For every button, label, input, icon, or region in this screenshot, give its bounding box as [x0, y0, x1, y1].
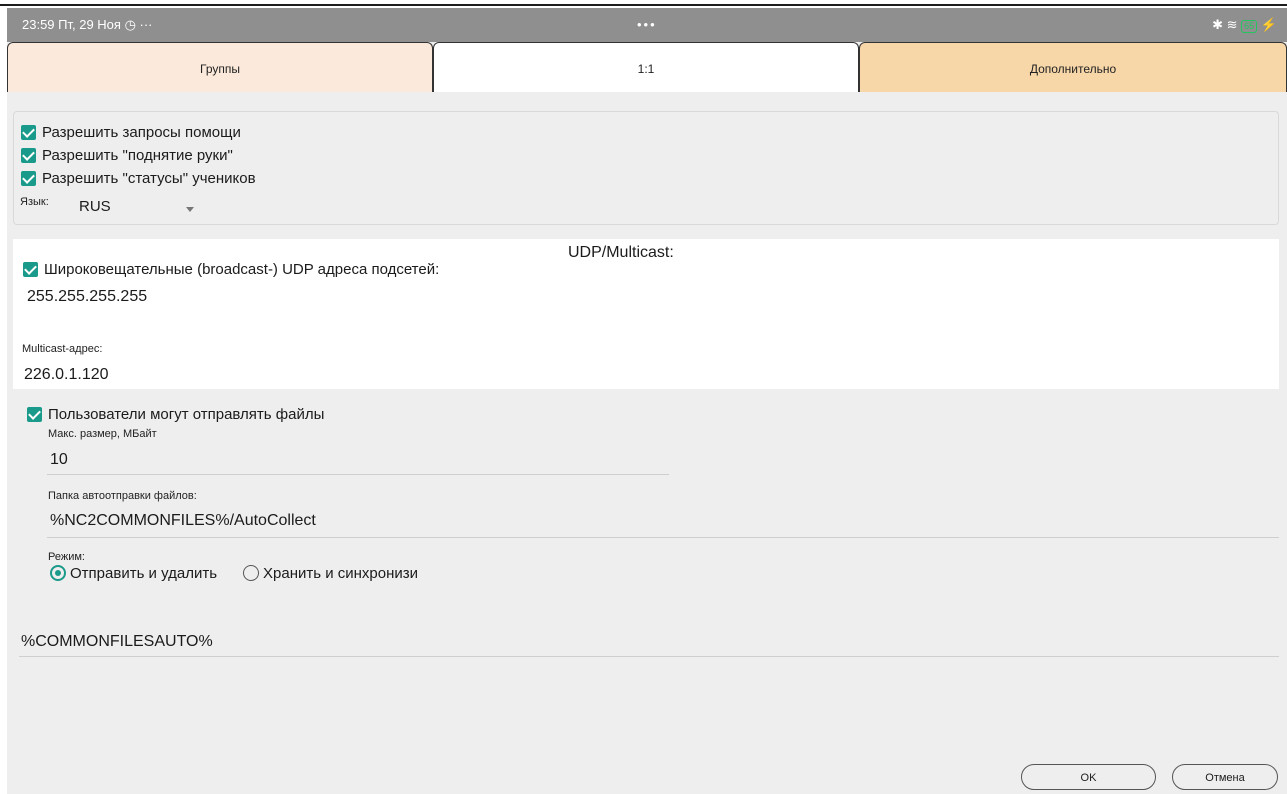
bluetooth-wifi-icon: ✱ ≋ — [1212, 17, 1238, 32]
tab-one-to-one[interactable]: 1:1 — [433, 42, 859, 92]
broadcast-address-input[interactable]: 255.255.255.255 — [27, 288, 147, 306]
allow-send-files-label: Пользователи могут отправлять файлы — [48, 406, 325, 423]
max-size-underline — [47, 474, 669, 475]
multicast-label: Multicast-адрес: — [22, 343, 103, 355]
broadcast-checkbox[interactable] — [23, 262, 38, 277]
app-screen: 23:59 Пт, 29 Ноя ◷ ··· ••• ✱ ≋ 65 ⚡ Груп… — [7, 8, 1287, 794]
language-label: Язык: — [20, 196, 49, 208]
battery-icon: 65 — [1241, 20, 1258, 33]
allow-send-files-checkbox[interactable] — [27, 407, 42, 422]
mode-label: Режим: — [48, 551, 85, 563]
max-size-input[interactable]: 10 — [50, 451, 68, 469]
charging-icon: ⚡ — [1260, 17, 1277, 32]
max-size-label: Макс. размер, МБайт — [48, 428, 157, 440]
mode-keep-sync-radio[interactable] — [243, 565, 259, 581]
status-time-date: 23:59 Пт, 29 Ноя ◷ ··· — [22, 17, 153, 32]
allow-help-checkbox[interactable] — [21, 125, 36, 140]
ok-button[interactable]: OK — [1021, 764, 1156, 790]
broadcast-label: Широковещательные (broadcast-) UDP адрес… — [44, 261, 440, 278]
common-files-input[interactable]: %COMMONFILESAUTO% — [21, 633, 213, 651]
tab-groups[interactable]: Группы — [7, 42, 433, 92]
mode-send-delete-radio[interactable] — [50, 565, 66, 581]
udp-section-title: UDP/Multicast: — [568, 244, 674, 261]
dropdown-arrow-icon — [186, 207, 194, 212]
cancel-button[interactable]: Отмена — [1172, 764, 1278, 790]
status-icons: ✱ ≋ 65 ⚡ — [1212, 17, 1277, 33]
allow-status-checkbox[interactable] — [21, 171, 36, 186]
mode-send-delete-label: Отправить и удалить — [70, 565, 218, 582]
allow-hand-label: Разрешить "поднятие руки" — [42, 147, 233, 164]
allow-help-label: Разрешить запросы помощи — [42, 124, 241, 141]
allow-hand-checkbox[interactable] — [21, 148, 36, 163]
autocollect-folder-input[interactable]: %NC2COMMONFILES%/AutoCollect — [50, 512, 316, 530]
language-select[interactable]: RUS — [75, 194, 197, 222]
status-bar: 23:59 Пт, 29 Ноя ◷ ··· ••• ✱ ≋ 65 ⚡ — [7, 8, 1287, 42]
tab-advanced[interactable]: Дополнительно — [859, 42, 1287, 92]
common-files-underline — [19, 656, 1279, 657]
mode-keep-sync-label: Хранить и синхронизи — [263, 565, 419, 582]
top-border — [0, 0, 1287, 6]
allow-status-label: Разрешить "статусы" учеников — [42, 170, 256, 187]
tab-bar: Группы 1:1 Дополнительно — [7, 42, 1287, 92]
status-dots: ••• — [637, 17, 657, 32]
multicast-address-input[interactable]: 226.0.1.120 — [24, 366, 109, 384]
folder-underline — [47, 537, 1279, 538]
language-value: RUS — [79, 198, 111, 215]
autocollect-folder-label: Папка автоотправки файлов: — [48, 490, 197, 502]
